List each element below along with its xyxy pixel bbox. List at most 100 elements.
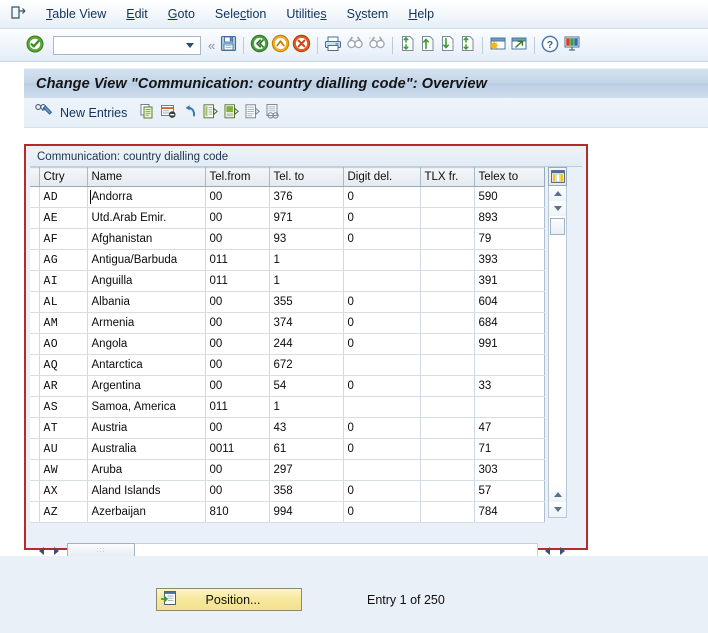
cell-tel-to[interactable]: 54 <box>269 375 344 397</box>
cell-digit-del[interactable] <box>343 270 421 292</box>
cell-ctry[interactable]: AI <box>39 270 88 292</box>
cell-name[interactable]: Aruba <box>87 459 206 481</box>
cell-name[interactable]: Samoa, America <box>87 396 206 418</box>
cell-tlx-fr[interactable] <box>420 207 475 229</box>
cell-telex-to[interactable]: 893 <box>474 207 545 229</box>
menu-item-edit[interactable]: Edit <box>116 5 158 23</box>
cell-tel-from[interactable]: 011 <box>205 249 270 271</box>
cell-tlx-fr[interactable] <box>420 354 475 376</box>
row-selector[interactable] <box>30 333 40 355</box>
cell-telex-to[interactable]: 303 <box>474 459 545 481</box>
cell-ctry[interactable]: AG <box>39 249 88 271</box>
position-button[interactable]: Position... <box>156 588 302 611</box>
double-chevron-left-icon[interactable]: « <box>208 38 215 53</box>
cell-digit-del[interactable]: 0 <box>343 207 421 229</box>
menu-item-utilities[interactable]: Utilities <box>276 5 336 23</box>
green-check-enter-icon[interactable] <box>26 35 44 56</box>
column-config-icon[interactable] <box>548 167 567 186</box>
cell-tlx-fr[interactable] <box>420 459 475 481</box>
cell-tlx-fr[interactable] <box>420 312 475 334</box>
cell-telex-to[interactable]: 393 <box>474 249 545 271</box>
cell-telex-to[interactable]: 684 <box>474 312 545 334</box>
cell-tel-to[interactable]: 672 <box>269 354 344 376</box>
cell-digit-del[interactable] <box>343 354 421 376</box>
scroll-page-down-button[interactable] <box>549 201 566 216</box>
cell-ctry[interactable]: AQ <box>39 354 88 376</box>
cell-digit-del[interactable]: 0 <box>343 480 421 502</box>
cell-ctry[interactable]: AD <box>39 186 88 208</box>
cell-tel-from[interactable]: 00 <box>205 480 270 502</box>
cell-tlx-fr[interactable] <box>420 186 475 208</box>
table-row[interactable]: AX Aland Islands 00 358 0 57 <box>30 480 545 502</box>
cell-digit-del[interactable] <box>343 459 421 481</box>
row-selector[interactable] <box>30 291 40 313</box>
cell-tel-to[interactable]: 358 <box>269 480 344 502</box>
cell-tel-to[interactable]: 374 <box>269 312 344 334</box>
cell-name[interactable]: Antigua/Barbuda <box>87 249 206 271</box>
table-row[interactable]: AQ Antarctica 00 672 <box>30 354 545 376</box>
undo-icon[interactable] <box>181 103 198 123</box>
column-header-telex-to[interactable]: Telex to <box>474 167 545 187</box>
delete-icon[interactable] <box>160 103 177 123</box>
column-header-tel-from[interactable]: Tel.from <box>205 167 270 187</box>
cell-digit-del[interactable]: 0 <box>343 417 421 439</box>
print-icon[interactable] <box>324 35 342 55</box>
column-header-ctry[interactable]: Ctry <box>39 167 88 187</box>
menu-item-system[interactable]: System <box>337 5 399 23</box>
cell-tlx-fr[interactable] <box>420 249 475 271</box>
cell-digit-del[interactable]: 0 <box>343 438 421 460</box>
cell-name[interactable]: Armenia <box>87 312 206 334</box>
cell-tel-to[interactable]: 43 <box>269 417 344 439</box>
table-row[interactable]: AU Australia 0011 61 0 71 <box>30 438 545 460</box>
cell-tel-from[interactable]: 00 <box>205 186 270 208</box>
cell-ctry[interactable]: AE <box>39 207 88 229</box>
previous-page-icon[interactable] <box>419 35 436 55</box>
chevron-down-icon[interactable] <box>186 42 194 48</box>
row-selector[interactable] <box>30 312 40 334</box>
table-row[interactable]: AL Albania 00 355 0 604 <box>30 291 545 313</box>
create-shortcut-icon[interactable] <box>510 35 528 55</box>
table-row[interactable]: AM Armenia 00 374 0 684 <box>30 312 545 334</box>
cell-tlx-fr[interactable] <box>420 480 475 502</box>
cell-ctry[interactable]: AM <box>39 312 88 334</box>
cell-telex-to[interactable]: 604 <box>474 291 545 313</box>
column-header-tlx-fr[interactable]: TLX fr. <box>420 167 475 187</box>
row-selector[interactable] <box>30 459 40 481</box>
cell-digit-del[interactable]: 0 <box>343 501 421 523</box>
save-icon[interactable] <box>220 35 237 55</box>
row-selector[interactable] <box>30 207 40 229</box>
table-row[interactable]: AS Samoa, America 011 1 <box>30 396 545 418</box>
scroll-page-up-button[interactable] <box>549 487 566 502</box>
cell-tel-from[interactable]: 00 <box>205 207 270 229</box>
cell-tel-from[interactable]: 011 <box>205 270 270 292</box>
cell-name[interactable]: Aland Islands <box>87 480 206 502</box>
row-selector[interactable] <box>30 354 40 376</box>
cell-tel-to[interactable]: 355 <box>269 291 344 313</box>
first-page-icon[interactable] <box>399 35 416 55</box>
cell-ctry[interactable]: AO <box>39 333 88 355</box>
cell-tlx-fr[interactable] <box>420 396 475 418</box>
scroll-up-button[interactable] <box>549 186 566 201</box>
cell-ctry[interactable]: AU <box>39 438 88 460</box>
cell-tel-to[interactable]: 1 <box>269 270 344 292</box>
table-view-icon[interactable] <box>10 6 28 22</box>
column-header-digit-del[interactable]: Digit del. <box>343 167 421 187</box>
deselect-all-icon[interactable] <box>244 103 261 123</box>
cell-name[interactable]: Angola <box>87 333 206 355</box>
scroll-down-button[interactable] <box>549 502 566 517</box>
cell-ctry[interactable]: AW <box>39 459 88 481</box>
cell-ctry[interactable]: AR <box>39 375 88 397</box>
last-page-icon[interactable] <box>459 35 476 55</box>
cell-tel-from[interactable]: 00 <box>205 228 270 250</box>
cell-tel-from[interactable]: 00 <box>205 312 270 334</box>
cell-name[interactable]: Anguilla <box>87 270 206 292</box>
table-row[interactable]: AF Afghanistan 00 93 0 79 <box>30 228 545 250</box>
cell-tel-from[interactable]: 0011 <box>205 438 270 460</box>
cell-tel-from[interactable]: 00 <box>205 459 270 481</box>
row-selector[interactable] <box>30 228 40 250</box>
cell-ctry[interactable]: AX <box>39 480 88 502</box>
table-row[interactable]: AO Angola 00 244 0 991 <box>30 333 545 355</box>
cell-ctry[interactable]: AF <box>39 228 88 250</box>
cell-name[interactable]: Australia <box>87 438 206 460</box>
cell-name[interactable]: Antarctica <box>87 354 206 376</box>
